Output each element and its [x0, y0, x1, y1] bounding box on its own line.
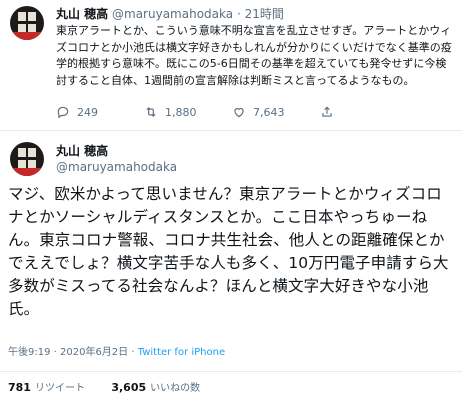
avatar[interactable] — [10, 142, 44, 176]
retweets-label: リツイート — [34, 383, 85, 394]
retweet-icon — [146, 107, 156, 117]
retweets-stat[interactable]: 781 リツイート — [8, 381, 85, 394]
retweets-value: 781 — [8, 381, 31, 394]
tweet-text: 東京アラートとか、こういう意味不明な宣言を乱立させすぎ。アラートとかウィズコロナ… — [56, 24, 452, 87]
reply-button[interactable]: 249 — [56, 105, 98, 119]
separator: · — [236, 7, 241, 21]
likes-value: 3,605 — [111, 381, 147, 394]
like-count: 7,643 — [253, 105, 285, 119]
user-handle[interactable]: @maruyamahodaka — [112, 7, 233, 21]
retweet-button[interactable]: 1,880 — [144, 105, 197, 119]
avatar[interactable] — [10, 6, 44, 40]
tweet-text: マジ、欧米かよって思いません？東京アラートとかウィズコロナとかソーシャルディスタ… — [8, 185, 449, 318]
reply-count: 249 — [77, 105, 98, 119]
display-name[interactable]: 丸山 穂高 — [56, 142, 108, 159]
tweet-stats: 781 リツイート 3,605 いいねの数 — [8, 379, 200, 394]
divider — [0, 371, 462, 372]
tweet-meta: 午後9:19 · 2020年6月2日 · Twitter for iPhone — [8, 343, 225, 358]
share-icon — [322, 106, 332, 117]
divider — [0, 130, 462, 131]
tweet-timestamp[interactable]: 午後9:19 · 2020年6月2日 — [8, 347, 128, 358]
likes-stat[interactable]: 3,605 いいねの数 — [111, 381, 201, 394]
likes-label: いいねの数 — [150, 383, 201, 394]
tweet-source-link[interactable]: Twitter for iPhone — [138, 347, 225, 358]
separator: · — [131, 347, 135, 358]
retweet-count: 1,880 — [165, 105, 197, 119]
like-icon — [234, 108, 244, 118]
like-button[interactable]: 7,643 — [232, 105, 285, 119]
user-handle[interactable]: @maruyamahodaka — [56, 160, 177, 174]
tweet-time[interactable]: 21時間 — [245, 7, 284, 21]
tweet-header: 丸山 穂高 @maruyamahodaka · 21時間 — [56, 5, 284, 22]
share-button[interactable] — [320, 105, 334, 119]
display-name[interactable]: 丸山 穂高 — [56, 7, 108, 21]
reply-icon — [57, 106, 69, 119]
tweet-actions: 249 1,880 7,643 — [56, 105, 356, 121]
